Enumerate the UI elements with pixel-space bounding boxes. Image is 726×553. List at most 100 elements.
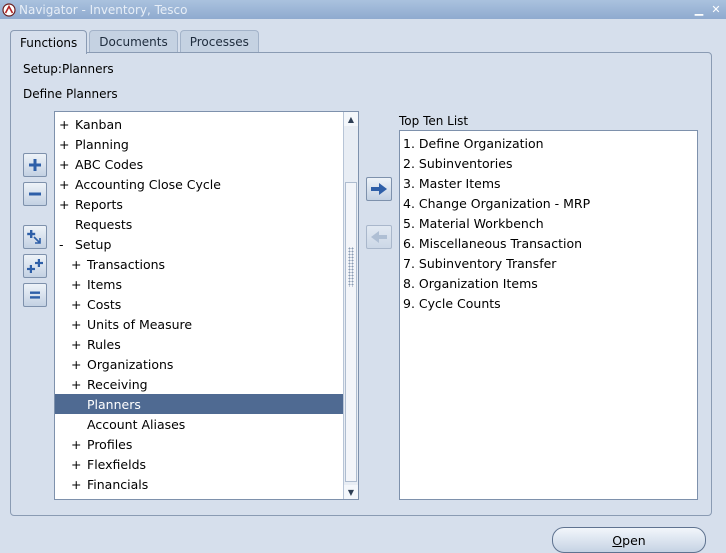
- expand-button[interactable]: [23, 153, 47, 177]
- tab-documents[interactable]: Documents: [89, 30, 178, 53]
- tree-expander[interactable]: +: [71, 477, 83, 492]
- arrow-left-icon: [371, 231, 387, 243]
- tree-expander[interactable]: +: [59, 197, 71, 212]
- tree-item-label: Rules: [87, 336, 121, 352]
- top-ten-item[interactable]: 8. Organization Items: [403, 273, 590, 293]
- expand-all-icon: [27, 259, 43, 273]
- collapse-button[interactable]: [23, 182, 47, 206]
- tree-item[interactable]: Requests: [55, 214, 343, 234]
- tree-expander[interactable]: +: [71, 257, 83, 272]
- tree-item-label: Flexfields: [87, 456, 147, 472]
- tree-item[interactable]: + Items: [55, 274, 343, 294]
- tree-item[interactable]: - Setup: [55, 234, 343, 254]
- tree-item[interactable]: + Flexfields: [55, 454, 343, 474]
- tree-expander[interactable]: +: [59, 137, 71, 152]
- tree-expander[interactable]: +: [71, 337, 83, 352]
- open-button[interactable]: Open: [552, 527, 706, 553]
- tree-item-label: Reports: [75, 196, 123, 212]
- expand-all-button[interactable]: [23, 254, 47, 278]
- tree-expander[interactable]: +: [71, 297, 83, 312]
- tree-item-label: Requests: [75, 216, 133, 232]
- remove-from-top-ten-button[interactable]: [366, 225, 392, 249]
- expand-branch-button[interactable]: [23, 225, 47, 249]
- tree-expander[interactable]: +: [71, 377, 83, 392]
- minus-icon: [29, 192, 41, 196]
- top-ten-item[interactable]: 6. Miscellaneous Transaction: [403, 233, 590, 253]
- tree-scrollbar[interactable]: ▲ ▼: [343, 112, 358, 499]
- tree-item[interactable]: + ABC Codes: [55, 154, 343, 174]
- tree-item-label: Kanban: [75, 116, 123, 132]
- navigator-tabs: Functions Documents Processes: [10, 30, 261, 54]
- top-ten-list[interactable]: 1. Define Organization 2. Subinventories 3…: [399, 130, 698, 500]
- tree-item[interactable]: + Kanban: [55, 114, 343, 134]
- open-label: pen: [622, 532, 646, 548]
- tree-expander[interactable]: +: [71, 437, 83, 452]
- tree-item[interactable]: + Receiving: [55, 374, 343, 394]
- top-ten-rows: 1. Define Organization 2. Subinventories 3…: [403, 133, 590, 313]
- tree-item[interactable]: + Organizations: [55, 354, 343, 374]
- collapse-all-button[interactable]: [23, 283, 47, 307]
- tree-item-label: ABC Codes: [75, 156, 144, 172]
- top-ten-label: Top Ten List: [399, 114, 469, 128]
- close-icon[interactable]: ✕: [709, 3, 723, 17]
- tree-expander[interactable]: +: [71, 317, 83, 332]
- tree-rows: + Kanban + Planning + ABC Codes + Accounting Cl…: [55, 114, 343, 494]
- tree-item-label: Financials: [87, 476, 149, 492]
- tree-item[interactable]: Account Aliases: [55, 414, 343, 434]
- tree-item[interactable]: + Costs: [55, 294, 343, 314]
- oracle-app-icon: [2, 2, 16, 17]
- tree-item[interactable]: + Units of Measure: [55, 314, 343, 334]
- top-ten-item[interactable]: 3. Master Items: [403, 173, 590, 193]
- tree-item[interactable]: + Rules: [55, 334, 343, 354]
- tree-expander[interactable]: +: [71, 277, 83, 292]
- tree-item-label: Planning: [75, 136, 129, 152]
- tree-item[interactable]: + Profiles: [55, 434, 343, 454]
- arrow-right-icon: [371, 183, 387, 195]
- tree-expander[interactable]: -: [59, 237, 71, 252]
- scroll-grip: [348, 247, 354, 287]
- functions-tree[interactable]: + Kanban + Planning + ABC Codes + Accounting Cl…: [54, 111, 359, 500]
- tree-item[interactable]: + Reports: [55, 194, 343, 214]
- collapse-all-icon: [30, 291, 40, 299]
- tree-item[interactable]: + Transactions: [55, 254, 343, 274]
- add-to-top-ten-button[interactable]: [366, 177, 392, 201]
- tree-item-label: Transactions: [87, 256, 166, 272]
- tree-expander[interactable]: +: [59, 157, 71, 172]
- top-ten-item[interactable]: 9. Cycle Counts: [403, 293, 590, 313]
- tree-item-label: Receiving: [87, 376, 148, 392]
- scroll-down-icon[interactable]: ▼: [344, 485, 358, 499]
- tree-item-label: Accounting Close Cycle: [75, 176, 221, 192]
- tab-processes[interactable]: Processes: [179, 30, 259, 53]
- tree-item[interactable]: + Accounting Close Cycle: [55, 174, 343, 194]
- open-mnemonic: O: [612, 532, 623, 548]
- tree-item-label: Organizations: [87, 356, 174, 372]
- breadcrumb: Setup:Planners: [23, 62, 114, 76]
- window-title-bar: Navigator - Inventory, Tesco ▁ ✕: [0, 0, 726, 19]
- top-ten-item[interactable]: 1. Define Organization: [403, 133, 590, 153]
- scroll-up-icon[interactable]: ▲: [344, 112, 358, 126]
- tree-item-label: Setup: [75, 236, 112, 252]
- minimize-icon[interactable]: ▁: [692, 3, 706, 17]
- window-title: Navigator - Inventory, Tesco: [19, 2, 188, 17]
- tree-expander[interactable]: +: [59, 117, 71, 132]
- plus-icon: [29, 159, 41, 171]
- tree-item-label: Units of Measure: [87, 316, 193, 332]
- tab-functions[interactable]: Functions: [10, 30, 88, 54]
- tree-item[interactable]: + Planning: [55, 134, 343, 154]
- tree-item-label: Items: [87, 276, 122, 292]
- top-ten-item[interactable]: 4. Change Organization - MRP: [403, 193, 590, 213]
- top-ten-item[interactable]: 5. Material Workbench: [403, 213, 590, 233]
- top-ten-item[interactable]: 7. Subinventory Transfer: [403, 253, 590, 273]
- tree-item[interactable]: Planners: [55, 394, 343, 414]
- tree-item-label: Planners: [87, 396, 141, 412]
- tree-expander[interactable]: +: [71, 357, 83, 372]
- tree-item-label: Account Aliases: [87, 416, 186, 432]
- current-function-label: Define Planners: [23, 87, 118, 101]
- scroll-thumb[interactable]: [345, 182, 357, 482]
- tree-expander[interactable]: +: [71, 457, 83, 472]
- tree-item-label: Costs: [87, 296, 122, 312]
- tree-item[interactable]: + Financials: [55, 474, 343, 494]
- top-ten-item[interactable]: 2. Subinventories: [403, 153, 590, 173]
- expand-branch-icon: [27, 230, 41, 244]
- tree-expander[interactable]: +: [59, 177, 71, 192]
